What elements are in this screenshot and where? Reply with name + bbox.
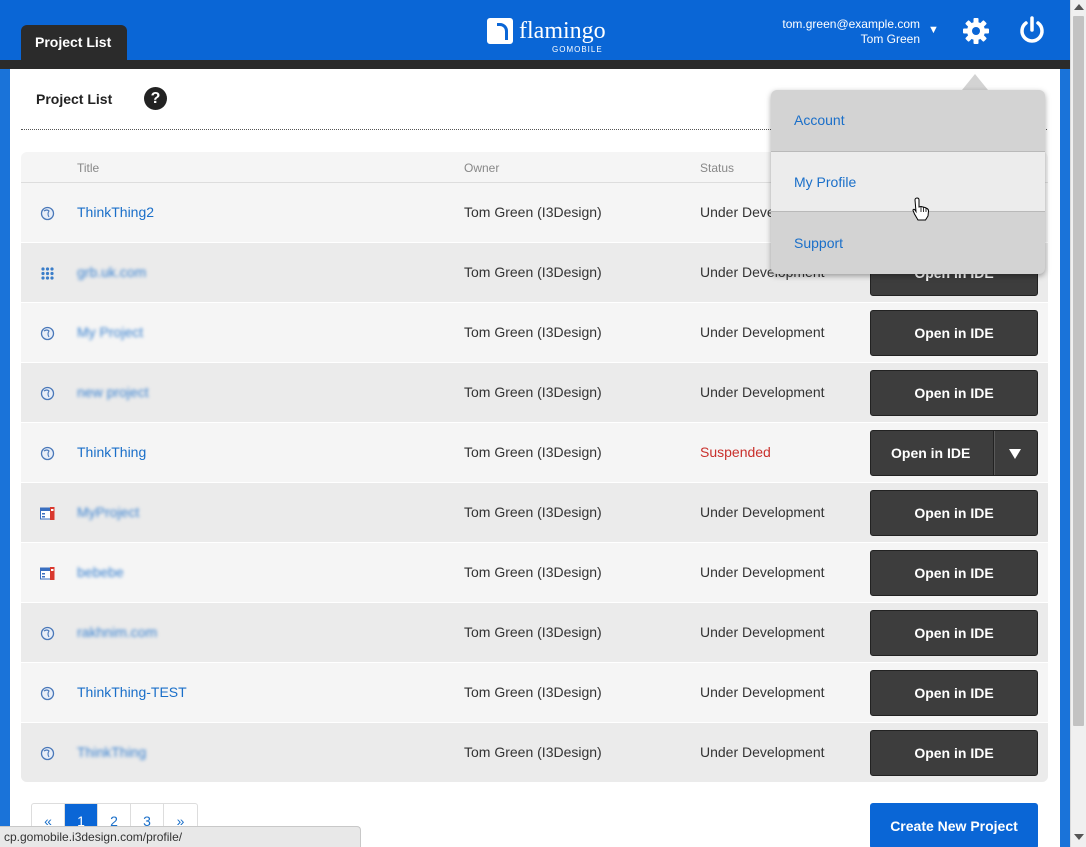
scrollbar-thumb[interactable]	[1073, 16, 1084, 726]
hand-cursor-icon	[912, 197, 930, 221]
globe-icon	[40, 686, 55, 701]
grid-icon	[40, 266, 55, 281]
project-status: Under Development	[700, 564, 825, 580]
open-in-ide-split-button[interactable]: Open in IDE	[870, 430, 1038, 476]
project-title-link[interactable]: rakhnim.com	[77, 624, 157, 640]
logo[interactable]: flamingo GOMOBILE	[487, 16, 617, 56]
project-status: Under Development	[700, 324, 825, 340]
open-in-ide-button[interactable]: Open in IDE	[870, 310, 1038, 356]
open-in-ide-button[interactable]: Open in IDE	[870, 730, 1038, 776]
open-in-ide-label: Open in IDE	[891, 445, 971, 461]
scrollbar[interactable]	[1070, 0, 1086, 847]
menu-item-support[interactable]: Support	[771, 213, 1045, 274]
project-status: Under Development	[700, 744, 825, 760]
app-icon	[40, 566, 55, 581]
power-icon[interactable]	[1018, 16, 1046, 44]
table-row: MyProject Tom Green (I3Design) Under Devel…	[21, 483, 1048, 543]
project-status: Under Development	[700, 684, 825, 700]
logo-subtext: GOMOBILE	[552, 45, 603, 54]
table-row: My Project Tom Green (I3Design) Under Deve…	[21, 303, 1048, 363]
menu-pointer	[962, 74, 988, 90]
column-owner[interactable]: Owner	[464, 161, 499, 175]
user-email: tom.green@example.com	[782, 17, 920, 31]
app-icon	[40, 506, 55, 521]
table-row: bebebe Tom Green (I3Design) Under Developm…	[21, 543, 1048, 603]
project-title-link[interactable]: grb.uk.com	[77, 264, 146, 280]
tab-underline	[0, 60, 1070, 69]
open-in-ide-button[interactable]: Open in IDE	[870, 670, 1038, 716]
status-url: cp.gomobile.i3design.com/profile/	[0, 826, 361, 847]
project-owner: Tom Green (I3Design)	[464, 564, 602, 580]
project-title-link[interactable]: ThinkThing-TEST	[77, 684, 187, 700]
menu-item-account[interactable]: Account	[771, 90, 1045, 151]
user-menu[interactable]: tom.green@example.com Tom Green	[760, 17, 920, 47]
table-row: ThinkThing-TEST Tom Green (I3Design) Under…	[21, 663, 1048, 723]
project-status: Under Development	[700, 504, 825, 520]
open-in-ide-button[interactable]: Open in IDE	[870, 550, 1038, 596]
project-owner: Tom Green (I3Design)	[464, 504, 602, 520]
column-status[interactable]: Status	[700, 161, 734, 175]
project-owner: Tom Green (I3Design)	[464, 744, 602, 760]
table-row: rakhnim.com Tom Green (I3Design) Under Dev…	[21, 603, 1048, 663]
logo-text: flamingo	[519, 18, 606, 44]
open-in-ide-button[interactable]: Open in IDE	[870, 370, 1038, 416]
table-row: ThinkThing Tom Green (I3Design) Under Deve…	[21, 723, 1048, 782]
project-owner: Tom Green (I3Design)	[464, 444, 602, 460]
project-status: Under Development	[700, 624, 825, 640]
table-row: new project Tom Green (I3Design) Under Dev…	[21, 363, 1048, 423]
create-new-project-button[interactable]: Create New Project	[870, 803, 1038, 847]
project-owner: Tom Green (I3Design)	[464, 624, 602, 640]
project-owner: Tom Green (I3Design)	[464, 684, 602, 700]
dropdown-caret-icon[interactable]	[1009, 449, 1021, 459]
project-owner: Tom Green (I3Design)	[464, 384, 602, 400]
globe-icon	[40, 386, 55, 401]
scroll-down-arrow[interactable]	[1074, 834, 1084, 840]
project-title-link[interactable]: My Project	[77, 324, 143, 340]
column-title[interactable]: Title	[77, 161, 99, 175]
help-icon[interactable]: ?	[144, 87, 167, 110]
open-in-ide-button[interactable]: Open in IDE	[870, 610, 1038, 656]
project-owner: Tom Green (I3Design)	[464, 264, 602, 280]
flamingo-logo-icon	[487, 18, 513, 44]
open-in-ide-button[interactable]: Open in IDE	[870, 490, 1038, 536]
scroll-up-arrow[interactable]	[1074, 4, 1084, 10]
project-title-link[interactable]: new project	[77, 384, 149, 400]
user-name: Tom Green	[860, 32, 920, 46]
gear-icon[interactable]	[961, 16, 991, 46]
globe-icon	[40, 326, 55, 341]
project-title-link[interactable]: ThinkThing	[77, 444, 146, 460]
project-title-link[interactable]: ThinkThing	[77, 744, 146, 760]
settings-dropdown-menu: Account My Profile Support	[771, 90, 1045, 274]
project-title-link[interactable]: bebebe	[77, 564, 124, 580]
menu-item-my-profile[interactable]: My Profile	[771, 151, 1045, 212]
chevron-down-icon[interactable]: ▼	[928, 24, 939, 36]
globe-icon	[40, 746, 55, 761]
page-title: Project List	[36, 91, 113, 107]
top-bar: Project List flamingo GOMOBILE tom.green…	[0, 0, 1070, 69]
project-title-link[interactable]: MyProject	[77, 504, 139, 520]
globe-icon	[40, 626, 55, 641]
project-title-link[interactable]: ThinkThing2	[77, 204, 154, 220]
table-row: ThinkThing Tom Green (I3Design) Suspended O…	[21, 423, 1048, 483]
tab-project-list[interactable]: Project List	[21, 25, 127, 63]
globe-icon	[40, 446, 55, 461]
project-status: Under Development	[700, 384, 825, 400]
project-status: Suspended	[700, 444, 771, 460]
globe-icon	[40, 206, 55, 221]
project-owner: Tom Green (I3Design)	[464, 204, 602, 220]
project-owner: Tom Green (I3Design)	[464, 324, 602, 340]
